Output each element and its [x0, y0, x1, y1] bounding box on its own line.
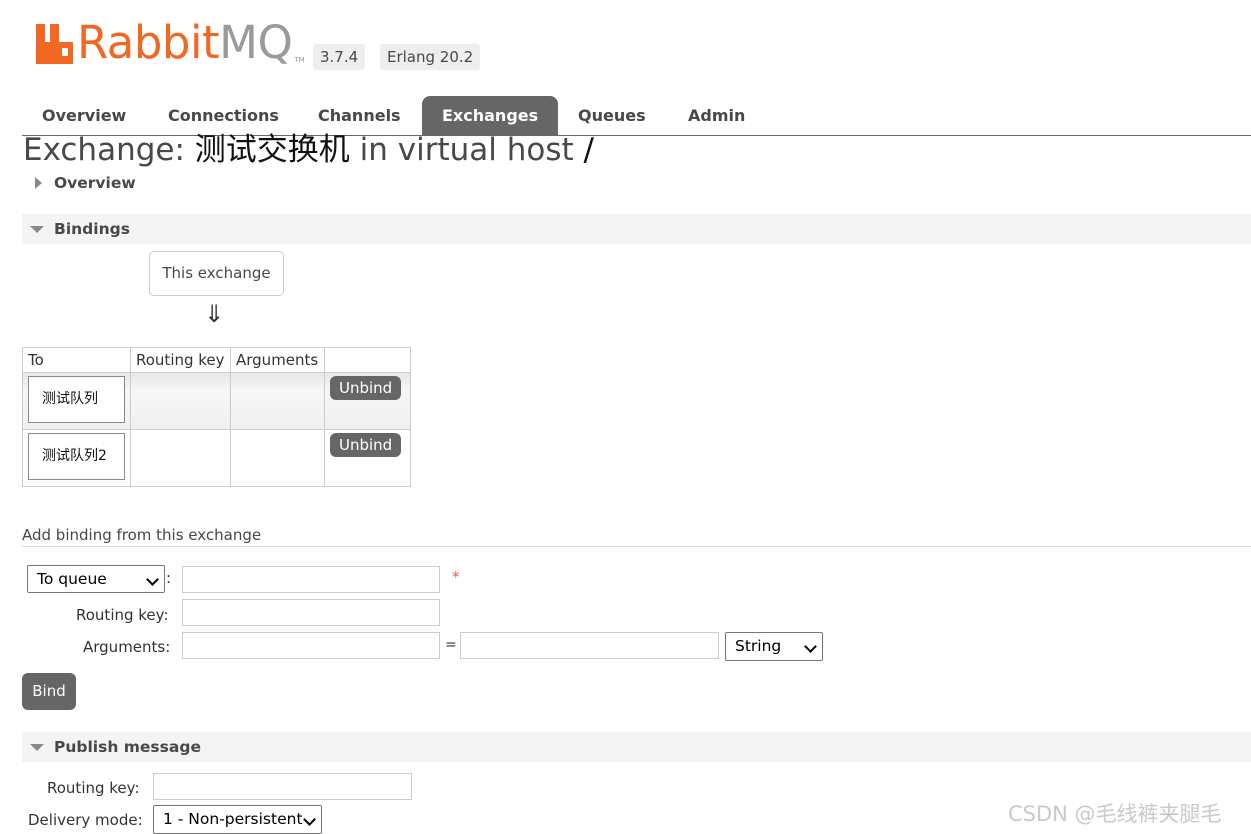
rabbitmq-logo-mark-icon — [36, 24, 73, 64]
exchange-name: 测试交换机 — [194, 132, 350, 168]
column-header-arguments: Arguments — [230, 347, 325, 373]
add-binding-title: Add binding from this exchange — [22, 526, 262, 544]
publish-section-header[interactable]: Publish message — [22, 732, 1251, 762]
delivery-mode-label: Delivery mode: — [28, 811, 143, 829]
column-header-routing-key: Routing key — [130, 347, 231, 373]
rabbitmq-logo: RabbitMQ TM — [36, 18, 305, 68]
arguments-label: Arguments: — [83, 638, 171, 656]
bind-button[interactable]: Bind — [22, 673, 76, 710]
column-header-to: To — [22, 347, 131, 373]
argument-type-select[interactable]: String — [725, 632, 823, 661]
unbind-button[interactable]: Unbind — [330, 433, 402, 457]
delivery-mode-select[interactable]: 1 - Non-persistent — [153, 805, 322, 834]
required-asterisk: * — [452, 568, 460, 586]
table-header-row: To Routing key Arguments — [22, 347, 411, 373]
table-row: 测试队列2 Unbind — [22, 429, 411, 487]
arguments-cell — [230, 429, 325, 487]
destination-name-input[interactable] — [182, 566, 440, 593]
down-arrow-icon: ⇓ — [204, 300, 225, 328]
overview-section-header[interactable]: Overview — [22, 168, 1251, 198]
page-title: Exchange: 测试交换机 in virtual host / — [23, 132, 594, 168]
logo-wordmark: RabbitMQ — [77, 16, 293, 69]
bindings-section-header[interactable]: Bindings — [22, 214, 1251, 244]
collapse-triangle-icon — [30, 744, 44, 751]
collapse-triangle-icon — [30, 226, 44, 233]
column-header-actions — [324, 347, 411, 373]
routing-key-input[interactable] — [182, 599, 440, 626]
chevron-down-icon — [804, 640, 817, 653]
add-binding-divider — [22, 546, 1251, 547]
routing-key-label: Routing key: — [76, 606, 169, 624]
routing-key-cell — [130, 372, 231, 430]
erlang-version-badge: Erlang 20.2 — [380, 44, 481, 70]
chevron-down-icon — [303, 813, 316, 826]
destination-colon: : — [166, 569, 172, 587]
queue-link[interactable]: 测试队列 — [28, 376, 125, 423]
arguments-cell — [230, 372, 325, 430]
argument-key-input[interactable] — [182, 632, 440, 659]
bindings-table: To Routing key Arguments 测试队列 Unbind 测试队… — [22, 347, 411, 487]
tab-admin[interactable]: Admin — [668, 96, 765, 135]
destination-type-select[interactable]: To queue — [27, 565, 165, 593]
version-badge: 3.7.4 — [313, 44, 366, 70]
equals-sign: = — [445, 637, 457, 653]
logo-trademark: TM — [294, 56, 305, 64]
vhost-name: / — [583, 132, 594, 168]
publish-routing-key-input[interactable] — [153, 773, 412, 800]
queue-link[interactable]: 测试队列2 — [28, 433, 125, 480]
routing-key-cell — [130, 429, 231, 487]
this-exchange-box: This exchange — [149, 251, 284, 296]
publish-routing-key-label: Routing key: — [47, 779, 140, 797]
table-row: 测试队列 Unbind — [22, 372, 411, 430]
unbind-button[interactable]: Unbind — [330, 376, 402, 400]
watermark: CSDN @毛线裤夹腿毛 — [1008, 802, 1222, 826]
chevron-down-icon — [146, 573, 159, 586]
argument-value-input[interactable] — [460, 632, 719, 659]
expand-triangle-icon — [35, 177, 42, 189]
